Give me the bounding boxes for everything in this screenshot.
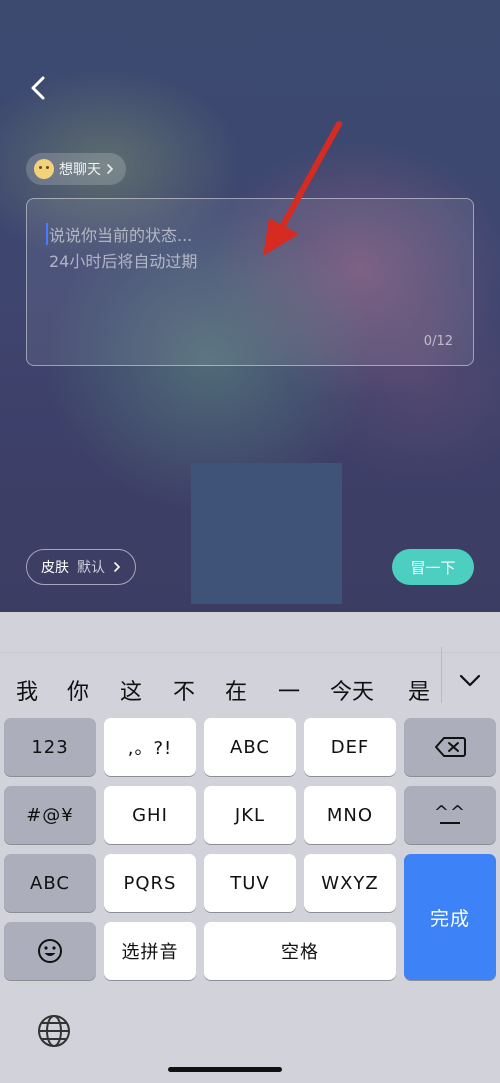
key-done[interactable]: 完成: [404, 854, 496, 980]
key-numbers[interactable]: 123: [4, 718, 96, 776]
candidate-word[interactable]: 我: [16, 674, 38, 706]
key-select-pinyin[interactable]: 选拼音: [104, 922, 196, 980]
expand-candidates-chevron-icon[interactable]: [458, 673, 482, 689]
chevron-right-icon: [107, 164, 114, 174]
red-arrow-annotation: [263, 121, 342, 256]
key-space[interactable]: 空格: [204, 922, 396, 980]
mood-chip-label: 想聊天: [59, 162, 101, 178]
key-backspace[interactable]: [404, 718, 496, 776]
smiley-icon: [38, 939, 62, 963]
status-composer-screen: 想聊天 说说你当前的状态... 24小时后将自动过期 0/12 皮肤 默认 冒一…: [0, 0, 500, 612]
candidate-divider: [441, 647, 442, 703]
status-input-placeholder: 说说你当前的状态... 24小时后将自动过期: [49, 226, 198, 271]
back-button[interactable]: [24, 72, 52, 104]
key-symbols[interactable]: #@¥: [4, 786, 96, 844]
key-ghi[interactable]: GHI: [104, 786, 196, 844]
char-counter: 0/12: [423, 334, 453, 349]
candidate-word[interactable]: 一: [278, 674, 300, 706]
emoji-face-icon: [34, 159, 54, 179]
candidate-word[interactable]: 今天: [330, 674, 374, 706]
kaomoji-label: ^^: [433, 802, 467, 823]
home-indicator: [168, 1067, 282, 1072]
key-kaomoji[interactable]: ^^: [404, 786, 496, 844]
mood-chip[interactable]: 想聊天: [26, 153, 126, 185]
skin-selector-button[interactable]: 皮肤 默认: [26, 549, 136, 585]
key-abc-switch[interactable]: ABC: [4, 854, 96, 912]
text-caret: [46, 223, 48, 245]
skin-value: 默认: [77, 560, 105, 576]
chevron-right-icon: [114, 562, 121, 572]
key-emoji[interactable]: [4, 922, 96, 980]
candidate-word[interactable]: 这: [120, 674, 142, 706]
skin-label: 皮肤: [41, 560, 69, 576]
candidate-word[interactable]: 是: [408, 674, 430, 706]
candidate-word[interactable]: 在: [225, 674, 247, 706]
status-text-input[interactable]: 说说你当前的状态... 24小时后将自动过期 0/12: [26, 198, 474, 366]
key-jkl[interactable]: JKL: [204, 786, 296, 844]
submit-status-button[interactable]: 冒一下: [392, 549, 474, 585]
key-punctuation[interactable]: ,。?!: [104, 718, 196, 776]
candidate-word[interactable]: 你: [67, 674, 89, 706]
kaomoji-mouth: [440, 822, 460, 824]
key-pqrs[interactable]: PQRS: [104, 854, 196, 912]
chevron-left-icon: [31, 76, 45, 100]
candidate-word[interactable]: 不: [173, 674, 195, 706]
globe-icon[interactable]: [37, 1014, 71, 1048]
key-mno[interactable]: MNO: [304, 786, 396, 844]
key-wxyz[interactable]: WXYZ: [304, 854, 396, 912]
backspace-icon: [435, 737, 466, 757]
key-def[interactable]: DEF: [304, 718, 396, 776]
key-tuv[interactable]: TUV: [204, 854, 296, 912]
redacted-region: [191, 463, 342, 604]
key-abc[interactable]: ABC: [204, 718, 296, 776]
